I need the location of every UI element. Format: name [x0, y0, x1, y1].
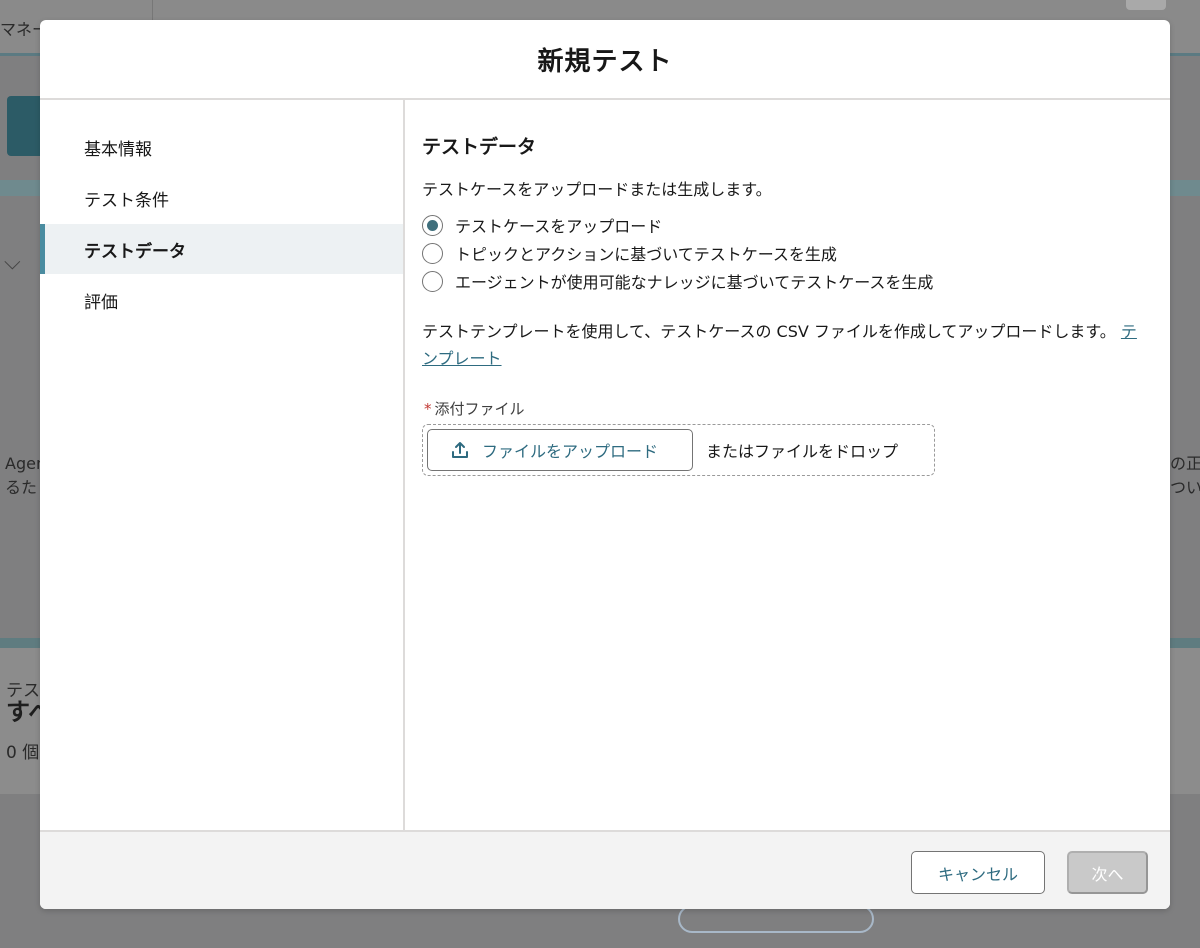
- radio-button[interactable]: [422, 214, 443, 236]
- tab-divider: [152, 0, 153, 22]
- radio-label: エージェントが使用可能なナレッジに基づいてテストケースを生成: [455, 273, 934, 292]
- next-button[interactable]: 次へ: [1067, 851, 1148, 894]
- radio-label: テストケースをアップロード: [455, 217, 663, 236]
- upload-file-button[interactable]: ファイルをアップロード: [427, 429, 693, 471]
- radio-option-generate-from-knowledge[interactable]: エージェントが使用可能なナレッジに基づいてテストケースを生成: [422, 269, 933, 293]
- radio-button[interactable]: [422, 270, 443, 292]
- radio-label: トピックとアクションに基づいてテストケースを生成: [455, 245, 837, 264]
- attachment-field-label: * 添付ファイル: [424, 398, 525, 419]
- upload-button-label: ファイルをアップロード: [482, 442, 659, 461]
- background-text-right: の正 つい: [1170, 452, 1200, 500]
- upload-icon: [452, 442, 468, 458]
- attachment-label-text: 添付ファイル: [434, 400, 525, 418]
- nav-item-test-conditions[interactable]: テスト条件: [40, 173, 403, 223]
- radio-option-upload[interactable]: テストケースをアップロード: [422, 213, 662, 237]
- background-text-line: の正: [1170, 454, 1200, 473]
- section-title: テストデータ: [422, 136, 537, 158]
- modal-footer: キャンセル 次へ: [40, 830, 1170, 909]
- help-text-body: テストテンプレートを使用して、テストケースの CSV ファイルを作成してアップロ…: [422, 322, 1116, 341]
- background-bottom-count: 0 個: [6, 743, 40, 763]
- cancel-button[interactable]: キャンセル: [911, 851, 1045, 894]
- chevron-down-icon: ⌵: [4, 250, 21, 275]
- background-corner-button: [1126, 0, 1166, 10]
- wizard-step-nav: 基本情報 テスト条件 テストデータ 評価: [40, 100, 405, 830]
- modal-header: 新規テスト: [40, 20, 1170, 100]
- background-illustration: [678, 905, 874, 933]
- nav-item-evaluation[interactable]: 評価: [40, 275, 403, 325]
- nav-item-basic-info[interactable]: 基本情報: [40, 122, 403, 172]
- file-dropzone[interactable]: ファイルをアップロード またはファイルをドロップ: [422, 424, 935, 476]
- drop-files-text: またはファイルをドロップ: [706, 442, 899, 461]
- template-help-text: テストテンプレートを使用して、テストケースの CSV ファイルを作成してアップロ…: [422, 318, 1142, 372]
- test-data-section: テストデータ テストケースをアップロードまたは生成します。 テストケースをアップ…: [422, 100, 1152, 830]
- modal-title: 新規テスト: [537, 46, 673, 77]
- radio-option-generate-from-topics[interactable]: トピックとアクションに基づいてテストケースを生成: [422, 241, 837, 265]
- new-test-modal: 新規テスト 基本情報 テスト条件 テストデータ 評価 テストデータ テストケース…: [40, 20, 1170, 909]
- nav-item-test-data[interactable]: テストデータ: [40, 224, 403, 274]
- radio-button[interactable]: [422, 242, 443, 264]
- radio-dot: [427, 219, 438, 231]
- required-marker: *: [424, 400, 432, 418]
- background-text-line: つい: [1170, 478, 1200, 497]
- section-description: テストケースをアップロードまたは生成します。: [422, 180, 772, 199]
- modal-body: 基本情報 テスト条件 テストデータ 評価 テストデータ テストケースをアップロー…: [40, 100, 1170, 830]
